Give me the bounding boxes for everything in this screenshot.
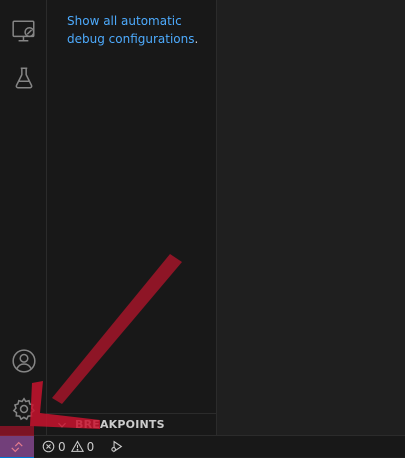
debug-run-icon [111, 440, 123, 453]
error-count: 0 [58, 439, 66, 454]
remote-indicator-button[interactable] [0, 435, 34, 458]
problems-indicator[interactable]: 0 0 [42, 440, 96, 454]
link-period: . [194, 32, 199, 46]
chevron-down-icon [58, 422, 66, 428]
manage-gear-icon[interactable] [11, 396, 37, 422]
breakpoints-section-header[interactable]: BREAKPOINTS [47, 413, 216, 435]
warning-count: 0 [86, 439, 95, 454]
breakpoints-title: BREAKPOINTS [75, 418, 165, 431]
link-text[interactable]: Show all automatic debug configurations [67, 14, 195, 46]
status-bar: 0 0 [0, 435, 405, 458]
show-all-debug-configurations-link[interactable]: Show all automatic debug configurations. [67, 12, 207, 48]
run-debug-sidebar: Show all automatic debug configurations.… [47, 0, 217, 435]
editor-area [217, 0, 405, 435]
testing-flask-icon[interactable] [11, 65, 37, 91]
activity-bar [0, 0, 47, 435]
warning-icon [70, 440, 84, 452]
accounts-icon[interactable] [11, 348, 37, 374]
remote-icon [11, 441, 23, 452]
error-icon [42, 440, 55, 453]
remote-explorer-icon[interactable] [11, 18, 37, 44]
debug-launch-button[interactable] [110, 440, 126, 453]
